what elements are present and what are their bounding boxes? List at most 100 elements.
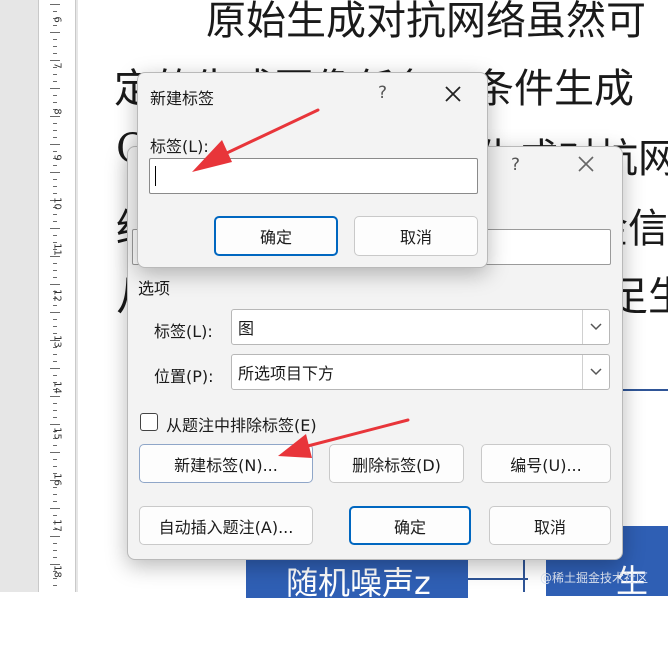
- ruler-tick: [53, 354, 57, 355]
- ruler-tick: [50, 396, 60, 397]
- caption-help-button[interactable]: ?: [511, 155, 520, 175]
- ruler-tick: [50, 452, 60, 453]
- new-label-cancel-button[interactable]: 取消: [354, 216, 478, 256]
- ruler-number: 6: [51, 16, 63, 23]
- ruler-tick: [53, 186, 57, 187]
- delete-label-button[interactable]: 删除标签(D): [329, 444, 464, 483]
- position-select[interactable]: 所选项目下方: [231, 354, 610, 390]
- diagram-connector-horizontal: [468, 578, 528, 580]
- ruler-tick: [53, 515, 57, 516]
- ruler-number: 15: [51, 427, 63, 440]
- caption-close-button[interactable]: [577, 155, 595, 177]
- new-label-caption: 标签(L):: [150, 137, 209, 156]
- ruler-tick: [53, 263, 57, 264]
- position-field-label: 位置(P):: [154, 367, 214, 386]
- ruler-number: 17: [51, 519, 63, 532]
- ruler-tick: [53, 123, 57, 124]
- exclude-label-checkbox[interactable]: [140, 413, 158, 431]
- ruler-tick: [50, 368, 60, 369]
- ruler-tick: [53, 494, 57, 495]
- ruler-tick: [53, 137, 57, 138]
- ruler-tick: [53, 46, 57, 47]
- ruler-tick: [53, 445, 57, 446]
- doc-line-1: 原始生成对抗网络虽然可: [206, 0, 646, 44]
- ruler-tick: [53, 375, 57, 376]
- ruler-tick: [53, 550, 57, 551]
- text-caret: [155, 166, 156, 186]
- label-select[interactable]: 图: [231, 309, 610, 345]
- new-label-ok-button[interactable]: 确定: [214, 216, 338, 256]
- ruler-tick: [50, 228, 60, 229]
- new-label-dialog: 新建标签 ? 标签(L): 确定 取消: [137, 72, 488, 268]
- options-heading: 选项: [138, 279, 171, 298]
- ruler-tick: [53, 95, 57, 96]
- ruler-tick: [53, 361, 57, 362]
- ruler-tick: [53, 130, 57, 131]
- ruler-number: 9: [51, 154, 63, 161]
- ruler-tick: [53, 403, 57, 404]
- label-select-value: 图: [238, 319, 255, 338]
- new-label-dialog-title: 新建标签: [150, 89, 215, 108]
- ruler-tick: [53, 270, 57, 271]
- ruler-number: 7: [51, 62, 63, 69]
- ruler-tick: [53, 585, 57, 586]
- close-icon: [445, 86, 461, 102]
- label-select-dropdown[interactable]: [582, 310, 609, 344]
- chevron-down-icon: [590, 323, 602, 331]
- position-select-value: 所选项目下方: [238, 364, 335, 383]
- ruler-number: 14: [51, 381, 63, 394]
- ruler-number: 18: [51, 565, 63, 578]
- numbering-button[interactable]: 编号(U)...: [481, 444, 611, 483]
- ruler-tick: [53, 326, 57, 327]
- ruler-tick: [53, 81, 57, 82]
- new-label-button[interactable]: 新建标签(N)...: [139, 444, 313, 483]
- ruler-number: 10: [51, 197, 63, 210]
- ruler-tick: [50, 144, 60, 145]
- ruler-tick: [53, 39, 57, 40]
- watermark-text: @稀土掘金技术社区: [540, 571, 649, 585]
- ruler-tick: [50, 88, 60, 89]
- ruler-tick: [53, 417, 57, 418]
- new-label-close-button[interactable]: [444, 85, 462, 107]
- ruler-tick: [53, 410, 57, 411]
- ruler-tick: [53, 74, 57, 75]
- ruler-tick: [53, 179, 57, 180]
- ruler-tick: [53, 193, 57, 194]
- label-field-label: 标签(L):: [154, 322, 213, 341]
- ruler-tick: [50, 536, 60, 537]
- ruler-tick: [53, 235, 57, 236]
- new-label-help-button[interactable]: ?: [378, 83, 387, 103]
- random-noise-label: 随机噪声z: [286, 564, 431, 602]
- ruler-tick: [50, 284, 60, 285]
- ruler-tick: [53, 277, 57, 278]
- ruler-tick: [53, 501, 57, 502]
- ruler-tick: [53, 543, 57, 544]
- ruler-tick: [50, 32, 60, 33]
- ruler-tick: [53, 305, 57, 306]
- caption-ok-button[interactable]: 确定: [349, 506, 471, 545]
- ruler-tick: [50, 4, 60, 5]
- ruler-tick: [53, 221, 57, 222]
- new-label-input[interactable]: [149, 158, 478, 194]
- position-select-dropdown[interactable]: [582, 355, 609, 389]
- vertical-ruler: 6 7 8 9 10 11 12 13 14 15 16 17 18: [0, 0, 78, 592]
- close-icon: [578, 156, 594, 172]
- ruler-tick: [53, 319, 57, 320]
- caption-cancel-button[interactable]: 取消: [489, 506, 611, 545]
- ruler-number: 13: [51, 335, 63, 348]
- ruler-tick: [50, 312, 60, 313]
- exclude-label-text: 从题注中排除标签(E): [166, 416, 317, 435]
- auto-caption-button[interactable]: 自动插入题注(A)...: [139, 506, 313, 545]
- ruler-tick: [50, 172, 60, 173]
- ruler-tick: [53, 466, 57, 467]
- ruler-number: 16: [51, 473, 63, 486]
- ruler-tick: [53, 214, 57, 215]
- chevron-down-icon: [590, 368, 602, 376]
- ruler-number: 12: [51, 289, 63, 302]
- ruler-tick: [53, 557, 57, 558]
- ruler-number: 8: [51, 108, 63, 115]
- random-noise-box: 随机噪声z: [246, 558, 468, 602]
- ruler-tick: [53, 459, 57, 460]
- ruler-number: 11: [51, 243, 63, 256]
- ruler-tick: [53, 53, 57, 54]
